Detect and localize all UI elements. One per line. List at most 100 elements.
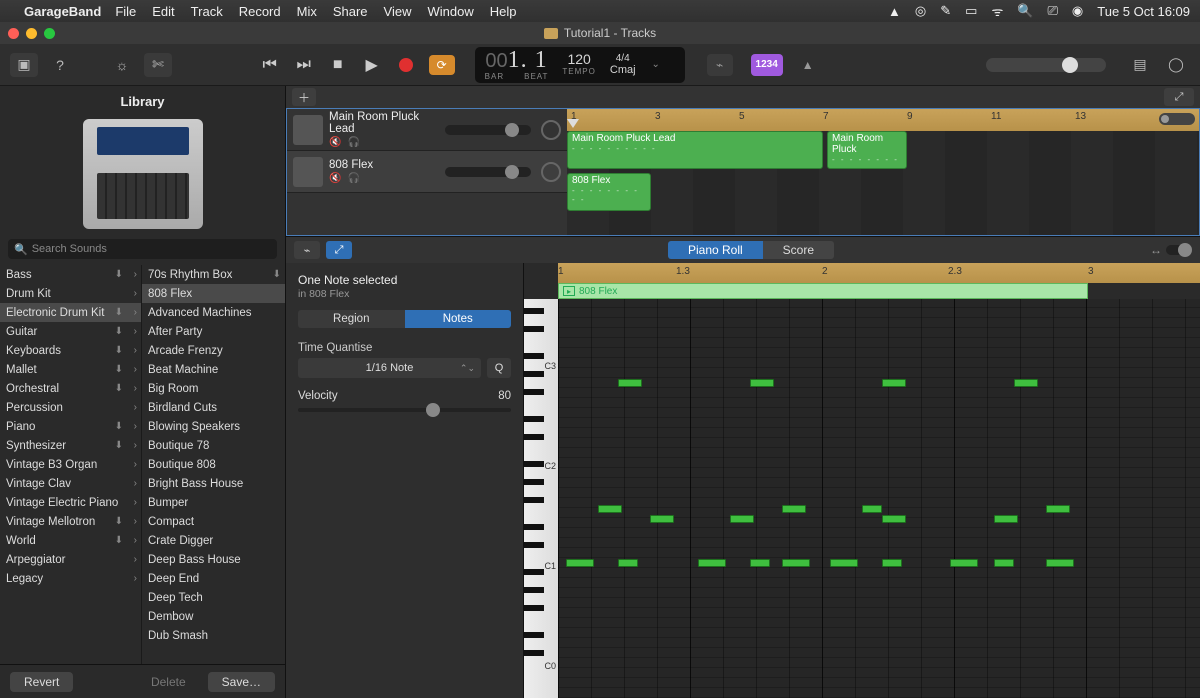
loop-browser-button[interactable]: ◯: [1162, 53, 1190, 77]
menu-mix[interactable]: Mix: [297, 4, 317, 19]
quick-help-button[interactable]: ?: [46, 53, 74, 77]
control-center-icon[interactable]: ⎚: [1048, 3, 1058, 19]
piano-roll-ruler[interactable]: 11.322.33: [558, 263, 1200, 283]
fullscreen-button[interactable]: [44, 28, 55, 39]
wifi-icon[interactable]: ᯤ: [991, 2, 1003, 20]
library-category-item[interactable]: Percussion›: [0, 398, 141, 417]
library-patch-item[interactable]: Bumper: [142, 493, 285, 512]
menu-record[interactable]: Record: [239, 4, 281, 19]
revert-button[interactable]: Revert: [10, 672, 73, 692]
midi-note[interactable]: [1014, 379, 1038, 387]
midi-note[interactable]: [618, 379, 642, 387]
add-track-button[interactable]: ＋: [292, 88, 316, 106]
library-patch-item[interactable]: Dembow: [142, 607, 285, 626]
menubar-clock[interactable]: Tue 5 Oct 16:09: [1097, 4, 1190, 19]
time-quantise-select[interactable]: 1/16 Note ⌃⌄: [298, 358, 481, 378]
midi-note[interactable]: [782, 505, 806, 513]
delete-button[interactable]: Delete: [137, 672, 200, 692]
library-patch-item[interactable]: Advanced Machines: [142, 303, 285, 322]
library-category-item[interactable]: Piano⬇›: [0, 417, 141, 436]
library-toggle-button[interactable]: ▣: [10, 53, 38, 77]
track-volume-slider[interactable]: [445, 167, 531, 177]
midi-note[interactable]: [598, 505, 622, 513]
arrange-region[interactable]: 808 Flex- - - - - - - - - -: [567, 173, 651, 211]
library-patch-item[interactable]: Bright Bass House: [142, 474, 285, 493]
midi-note[interactable]: [750, 559, 770, 567]
tuner-button[interactable]: ⌁: [707, 54, 733, 76]
quantise-button[interactable]: Q: [487, 358, 511, 378]
library-category-item[interactable]: Electronic Drum Kit⬇›: [0, 303, 141, 322]
library-patch-item[interactable]: Beat Machine: [142, 360, 285, 379]
midi-note[interactable]: [618, 559, 638, 567]
library-patch-item[interactable]: Deep Bass House: [142, 550, 285, 569]
battery-icon[interactable]: ▭: [965, 3, 977, 19]
editor-zoom-slider[interactable]: [1166, 245, 1192, 255]
piano-keys[interactable]: C3C2C1C0: [524, 299, 558, 698]
search-input[interactable]: 🔍 Search Sounds: [8, 239, 277, 259]
smart-controls-button[interactable]: ☼: [108, 53, 136, 77]
midi-note[interactable]: [566, 559, 594, 567]
tab-piano-roll[interactable]: Piano Roll: [668, 241, 763, 259]
midi-note[interactable]: [782, 559, 810, 567]
record-button[interactable]: [395, 54, 417, 76]
library-category-item[interactable]: Keyboards⬇›: [0, 341, 141, 360]
editor-catch-button[interactable]: ⤢: [326, 241, 352, 259]
library-patch-item[interactable]: Deep End: [142, 569, 285, 588]
status-icon[interactable]: ▲: [888, 4, 901, 19]
menu-window[interactable]: Window: [428, 4, 474, 19]
track-volume-slider[interactable]: [445, 125, 531, 135]
midi-note[interactable]: [862, 505, 882, 513]
chevron-down-icon[interactable]: ⌄: [652, 59, 660, 70]
stop-button[interactable]: ■: [327, 54, 349, 76]
save-button[interactable]: Save…: [208, 672, 275, 692]
velocity-slider[interactable]: [298, 408, 511, 412]
menu-edit[interactable]: Edit: [152, 4, 174, 19]
library-category-item[interactable]: Drum Kit›: [0, 284, 141, 303]
library-category-list[interactable]: Bass⬇›Drum Kit›Electronic Drum Kit⬇›Guit…: [0, 265, 142, 664]
status-icon[interactable]: ◎: [915, 3, 926, 19]
scissors-button[interactable]: ✄: [144, 53, 172, 77]
midi-note[interactable]: [750, 379, 774, 387]
play-button[interactable]: ▶: [361, 54, 383, 76]
arrange-region[interactable]: Main Room Pluck Lead- - - - - - - - - -: [567, 131, 823, 169]
library-patch-item[interactable]: Crate Digger: [142, 531, 285, 550]
status-icon[interactable]: ✎: [940, 3, 951, 19]
arrange-region[interactable]: Main Room Pluck- - - - - - - - - -: [827, 131, 907, 169]
library-patch-item[interactable]: Compact: [142, 512, 285, 531]
seg-notes[interactable]: Notes: [405, 310, 512, 328]
library-category-item[interactable]: Bass⬇›: [0, 265, 141, 284]
library-category-item[interactable]: Vintage Electric Piano›: [0, 493, 141, 512]
library-patch-item[interactable]: Blowing Speakers: [142, 417, 285, 436]
library-patch-list[interactable]: 70s Rhythm Box⬇808 FlexAdvanced Machines…: [142, 265, 285, 664]
menu-help[interactable]: Help: [490, 4, 517, 19]
library-category-item[interactable]: Vintage Mellotron⬇›: [0, 512, 141, 531]
library-category-item[interactable]: Guitar⬇›: [0, 322, 141, 341]
library-patch-item[interactable]: Big Room: [142, 379, 285, 398]
siri-icon[interactable]: ◉: [1072, 3, 1083, 19]
library-category-item[interactable]: Vintage Clav›: [0, 474, 141, 493]
library-patch-item[interactable]: 808 Flex: [142, 284, 285, 303]
tab-score[interactable]: Score: [763, 241, 834, 259]
menu-track[interactable]: Track: [191, 4, 223, 19]
headphones-icon[interactable]: 🎧: [347, 173, 359, 184]
midi-note[interactable]: [882, 515, 906, 523]
master-volume-slider[interactable]: [986, 58, 1106, 72]
track-header[interactable]: Main Room Pluck Lead🔇🎧: [287, 109, 567, 151]
lcd-tempo[interactable]: 120: [567, 52, 590, 67]
midi-note[interactable]: [830, 559, 858, 567]
track-header[interactable]: 808 Flex🔇🎧: [287, 151, 567, 193]
midi-note[interactable]: [730, 515, 754, 523]
notepad-button[interactable]: ▤: [1126, 53, 1154, 77]
midi-note[interactable]: [882, 559, 902, 567]
note-grid[interactable]: [558, 299, 1200, 698]
rewind-button[interactable]: ⏮: [259, 54, 281, 76]
library-patch-item[interactable]: Arcade Frenzy: [142, 341, 285, 360]
library-category-item[interactable]: Synthesizer⬇›: [0, 436, 141, 455]
midi-note[interactable]: [994, 559, 1014, 567]
library-category-item[interactable]: Vintage B3 Organ›: [0, 455, 141, 474]
lcd-display[interactable]: 001. 1 BARBEAT 120 TEMPO 4/4 Cmaj ⌄: [475, 47, 685, 83]
cycle-button[interactable]: ⟳: [429, 55, 455, 75]
minimize-button[interactable]: [26, 28, 37, 39]
library-patch-item[interactable]: 70s Rhythm Box⬇: [142, 265, 285, 284]
library-patch-item[interactable]: Birdland Cuts: [142, 398, 285, 417]
